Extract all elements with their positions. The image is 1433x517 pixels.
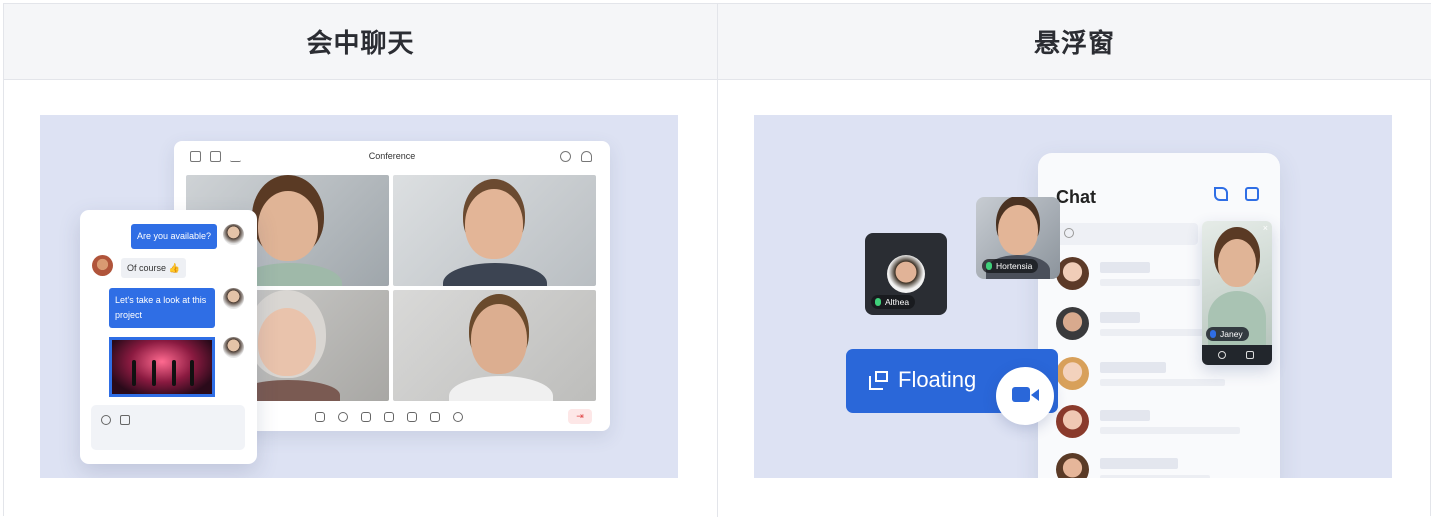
- avatar: [223, 288, 244, 309]
- record-icon[interactable]: [338, 412, 348, 422]
- chat-input[interactable]: [91, 405, 245, 450]
- list-item[interactable]: [1056, 453, 1266, 478]
- placeholder-bar: [1100, 379, 1225, 386]
- video-call-button[interactable]: [996, 367, 1054, 425]
- floating-participant-tile[interactable]: Hortensia: [976, 197, 1060, 279]
- search-input[interactable]: [1056, 223, 1198, 245]
- settings-icon[interactable]: [453, 412, 463, 422]
- globe-icon[interactable]: [560, 151, 571, 162]
- video-controls: [1202, 345, 1272, 365]
- placeholder-bar: [1100, 475, 1210, 478]
- floating-window-illustration: Chat Althea Hortensia × Janey Floating: [754, 115, 1392, 478]
- participant-body: [449, 376, 553, 401]
- participant-face: [998, 205, 1038, 255]
- participant-face: [471, 304, 527, 374]
- placeholder-bar: [1100, 362, 1166, 373]
- column-floating-window: 悬浮窗 Chat Althea Hortensia × Janey Floati…: [718, 4, 1431, 517]
- close-icon[interactable]: ×: [1263, 223, 1268, 233]
- comparison-table: 会中聊天 Conference ⇥ Are you available? Of …: [3, 3, 1431, 517]
- avatar: [1056, 453, 1089, 478]
- add-user-icon[interactable]: [384, 412, 394, 422]
- dancer: [152, 360, 156, 386]
- list-item[interactable]: [1056, 405, 1266, 441]
- avatar: [1056, 357, 1089, 390]
- participants-icon[interactable]: [407, 412, 417, 422]
- camera-lens: [1031, 389, 1039, 401]
- search-icon: [1064, 228, 1074, 238]
- column-header: 会中聊天: [4, 4, 717, 80]
- participant-face: [465, 189, 523, 259]
- shared-image[interactable]: [109, 337, 215, 397]
- dancer: [190, 360, 194, 386]
- participant-face: [1218, 239, 1256, 287]
- conference-toolbar-top: Conference: [174, 141, 610, 173]
- placeholder-bar: [1100, 410, 1150, 421]
- mic-icon: [875, 298, 881, 306]
- screen-share-icon[interactable]: [315, 412, 325, 422]
- microphone-icon[interactable]: [1218, 351, 1226, 359]
- mic-icon: [986, 262, 992, 270]
- chat-icon[interactable]: [430, 412, 440, 422]
- avatar: [1056, 405, 1089, 438]
- dancer: [132, 360, 136, 386]
- mic-icon: [1210, 330, 1216, 338]
- conference-title: Conference: [368, 151, 416, 161]
- message-icon[interactable]: [1245, 187, 1259, 201]
- floating-participant-tile[interactable]: Althea: [865, 233, 947, 315]
- video-tile[interactable]: [393, 290, 596, 401]
- message-bubble-received: Of course 👍: [121, 258, 186, 278]
- placeholder-bar: [1100, 262, 1150, 273]
- avatar: [223, 224, 244, 245]
- floating-window-icon: [869, 371, 888, 390]
- avatar: [1056, 257, 1089, 290]
- in-meeting-chat-illustration: Conference ⇥ Are you available? Of cours…: [40, 115, 678, 478]
- avatar: [1056, 307, 1089, 340]
- camera-icon[interactable]: [1246, 351, 1254, 359]
- message-bubble-sent: Are you available?: [131, 224, 218, 249]
- video-tile[interactable]: [393, 175, 596, 286]
- emoji-icon[interactable]: [101, 415, 111, 425]
- placeholder-bar: [1100, 427, 1240, 434]
- column-in-meeting-chat: 会中聊天 Conference ⇥ Are you available? Of …: [4, 4, 718, 517]
- chat-title: Chat: [1056, 187, 1096, 207]
- participant-name-tag: Janey: [1206, 327, 1249, 341]
- video-feed: × Janey: [1202, 221, 1272, 345]
- user-icon[interactable]: [581, 151, 592, 162]
- floating-label: Floating: [898, 367, 977, 392]
- column-header: 悬浮窗: [718, 4, 1431, 80]
- dancer: [172, 360, 176, 386]
- participant-name-tag: Althea: [871, 295, 916, 309]
- fullscreen-icon[interactable]: [361, 412, 371, 422]
- placeholder-bar: [1100, 458, 1178, 469]
- avatar: [223, 337, 244, 358]
- chat-popup: Are you available? Of course 👍 Let's tak…: [80, 210, 257, 464]
- floating-video-window[interactable]: × Janey: [1202, 221, 1272, 365]
- message-bubble-sent: Let's take a look at this project: [109, 288, 215, 328]
- image-icon[interactable]: [120, 415, 130, 425]
- placeholder-bar: [1100, 312, 1140, 323]
- avatar: [887, 255, 925, 293]
- participant-face: [258, 308, 316, 376]
- leave-button[interactable]: ⇥: [568, 409, 592, 424]
- participant-face: [258, 191, 318, 261]
- participant-name-tag: Hortensia: [982, 259, 1039, 273]
- video-camera-icon: [1012, 387, 1030, 402]
- placeholder-bar: [1100, 279, 1200, 286]
- participant-body: [443, 263, 547, 286]
- avatar: [92, 255, 113, 276]
- edit-icon[interactable]: [1214, 187, 1228, 201]
